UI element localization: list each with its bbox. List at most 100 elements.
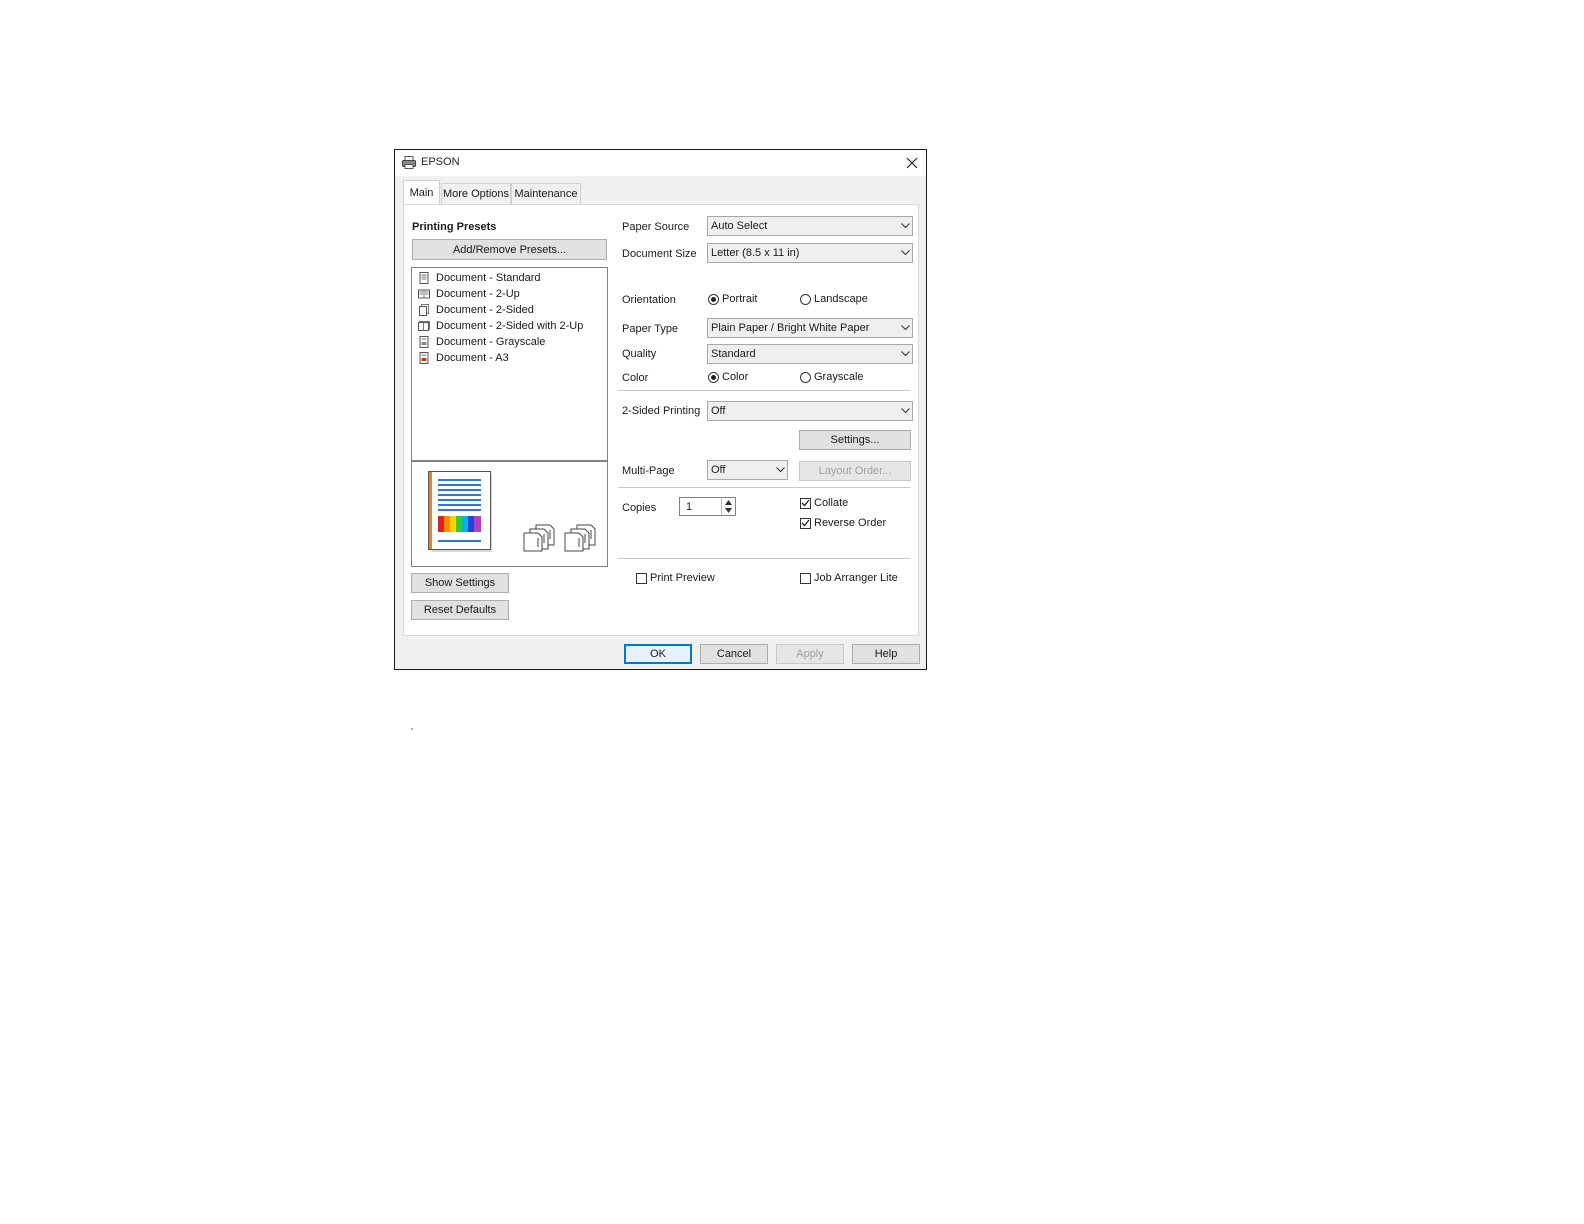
document-2sided-2up-icon: [418, 321, 430, 331]
tab-more-options[interactable]: More Options: [441, 183, 511, 204]
checkbox-checked-icon: [800, 497, 811, 509]
document-size-select[interactable]: Letter (8.5 x 11 in): [707, 243, 913, 263]
page-preview-icon: [428, 471, 492, 552]
grayscale-radio[interactable]: Grayscale: [800, 371, 864, 383]
document-2up-icon: [418, 289, 430, 299]
chevron-down-icon: [898, 217, 912, 235]
two-sided-value: Off: [711, 405, 726, 417]
checkbox-unchecked-icon: [636, 572, 647, 584]
reset-defaults-button[interactable]: Reset Defaults: [411, 600, 509, 620]
paper-source-label: Paper Source: [622, 221, 690, 233]
landscape-label: Landscape: [814, 293, 868, 305]
document-size-value: Letter (8.5 x 11 in): [711, 247, 800, 259]
color-radio[interactable]: Color: [708, 371, 748, 383]
spin-up-icon[interactable]: [725, 500, 732, 505]
chevron-down-icon: [898, 319, 912, 337]
add-remove-presets-button[interactable]: Add/Remove Presets...: [412, 239, 607, 260]
multi-page-select[interactable]: Off: [707, 460, 788, 480]
preset-document-2sided[interactable]: Document - 2-Sided: [418, 302, 534, 318]
color-label: Color: [622, 372, 649, 384]
radio-unselected-icon: [800, 293, 811, 305]
job-arranger-lite-label: Job Arranger Lite: [814, 572, 898, 584]
preset-label: Document - A3: [436, 352, 509, 364]
chevron-down-icon: [773, 461, 787, 479]
spin-down-icon[interactable]: [725, 508, 732, 513]
close-icon: [906, 157, 918, 169]
multi-page-label: Multi-Page: [622, 465, 675, 477]
printer-icon: [402, 156, 416, 169]
portrait-radio[interactable]: Portrait: [708, 293, 757, 305]
reverse-order-label: Reverse Order: [814, 517, 887, 529]
apply-button[interactable]: Apply: [776, 644, 844, 664]
document-2sided-icon: [419, 304, 429, 316]
spinner-buttons[interactable]: [721, 498, 736, 515]
paper-type-select[interactable]: Plain Paper / Bright White Paper: [707, 318, 913, 338]
chevron-down-icon: [898, 244, 912, 262]
copies-value[interactable]: 1: [686, 501, 692, 513]
preset-document-standard[interactable]: Document - Standard: [418, 270, 541, 286]
preset-label: Document - 2-Up: [436, 288, 520, 300]
preset-document-grayscale[interactable]: Document - Grayscale: [418, 334, 545, 350]
tab-main[interactable]: Main: [403, 180, 440, 205]
presets-list[interactable]: Document - Standard Document - 2-Up Docu…: [411, 267, 608, 461]
reverse-order-checkbox[interactable]: Reverse Order: [800, 517, 886, 529]
epson-print-dialog: EPSON Main More Options Maintenance Prin…: [394, 149, 927, 730]
radio-unselected-icon: [800, 371, 811, 383]
checkbox-checked-icon: [800, 517, 811, 529]
grayscale-label: Grayscale: [814, 371, 864, 383]
preset-label: Document - 2-Sided with 2-Up: [436, 320, 584, 332]
preset-label: Document - 2-Sided: [436, 304, 534, 316]
copies-spinner[interactable]: 1: [679, 497, 736, 516]
preset-document-2sided-2up[interactable]: Document - 2-Sided with 2-Up: [418, 318, 583, 334]
help-button[interactable]: Help: [852, 644, 920, 664]
print-preview-label: Print Preview: [650, 572, 715, 584]
collate-checkbox[interactable]: Collate: [800, 497, 848, 509]
tab-maintenance[interactable]: Maintenance: [511, 183, 581, 204]
title-bar: EPSON: [395, 150, 926, 176]
main-tab-panel: Printing Presets Add/Remove Presets... D…: [403, 204, 919, 730]
paper-type-label: Paper Type: [622, 323, 679, 335]
quality-label: Quality: [622, 348, 657, 360]
preset-document-a3[interactable]: Document - A3: [418, 350, 509, 366]
chevron-down-icon: [898, 402, 912, 420]
cancel-button[interactable]: Cancel: [700, 644, 768, 664]
job-arranger-lite-checkbox[interactable]: Job Arranger Lite: [800, 572, 898, 584]
reverse-order-stack-icon: [564, 524, 596, 552]
paper-type-value: Plain Paper / Bright White Paper: [711, 322, 870, 334]
two-sided-printing-label: 2-Sided Printing: [622, 405, 701, 417]
copies-label: Copies: [622, 502, 657, 514]
divider: [618, 487, 910, 489]
radio-selected-icon: [708, 293, 719, 305]
layout-order-button[interactable]: Layout Order...: [799, 461, 911, 481]
paper-source-select[interactable]: Auto Select: [707, 216, 913, 236]
color-option-label: Color: [722, 371, 749, 383]
collate-label: Collate: [814, 497, 849, 509]
document-a3-icon: [419, 352, 429, 364]
radio-selected-icon: [708, 371, 719, 383]
chevron-down-icon: [898, 345, 912, 363]
print-preview-area: [411, 461, 608, 567]
quality-value: Standard: [711, 348, 756, 360]
orientation-label: Orientation: [622, 294, 676, 306]
two-sided-printing-select[interactable]: Off: [707, 401, 913, 421]
preset-label: Document - Grayscale: [436, 336, 546, 348]
printing-presets-heading: Printing Presets: [412, 221, 497, 233]
two-sided-settings-button[interactable]: Settings...: [799, 430, 911, 450]
show-settings-button[interactable]: Show Settings: [411, 573, 509, 593]
quality-select[interactable]: Standard: [707, 344, 913, 364]
landscape-radio[interactable]: Landscape: [800, 293, 868, 305]
document-grayscale-icon: [419, 336, 429, 348]
preset-label: Document - Standard: [436, 272, 541, 284]
spacer: [411, 728, 413, 730]
divider: [618, 390, 910, 392]
multi-page-value: Off: [711, 464, 726, 476]
document-standard-icon: [419, 272, 429, 284]
window-title: EPSON: [421, 156, 460, 168]
preset-document-2up[interactable]: Document - 2-Up: [418, 286, 520, 302]
paper-source-value: Auto Select: [711, 220, 768, 232]
checkbox-unchecked-icon: [800, 572, 811, 584]
divider: [618, 558, 910, 560]
print-preview-checkbox[interactable]: Print Preview: [636, 572, 715, 584]
close-button[interactable]: [901, 152, 923, 174]
ok-button[interactable]: OK: [624, 644, 692, 664]
